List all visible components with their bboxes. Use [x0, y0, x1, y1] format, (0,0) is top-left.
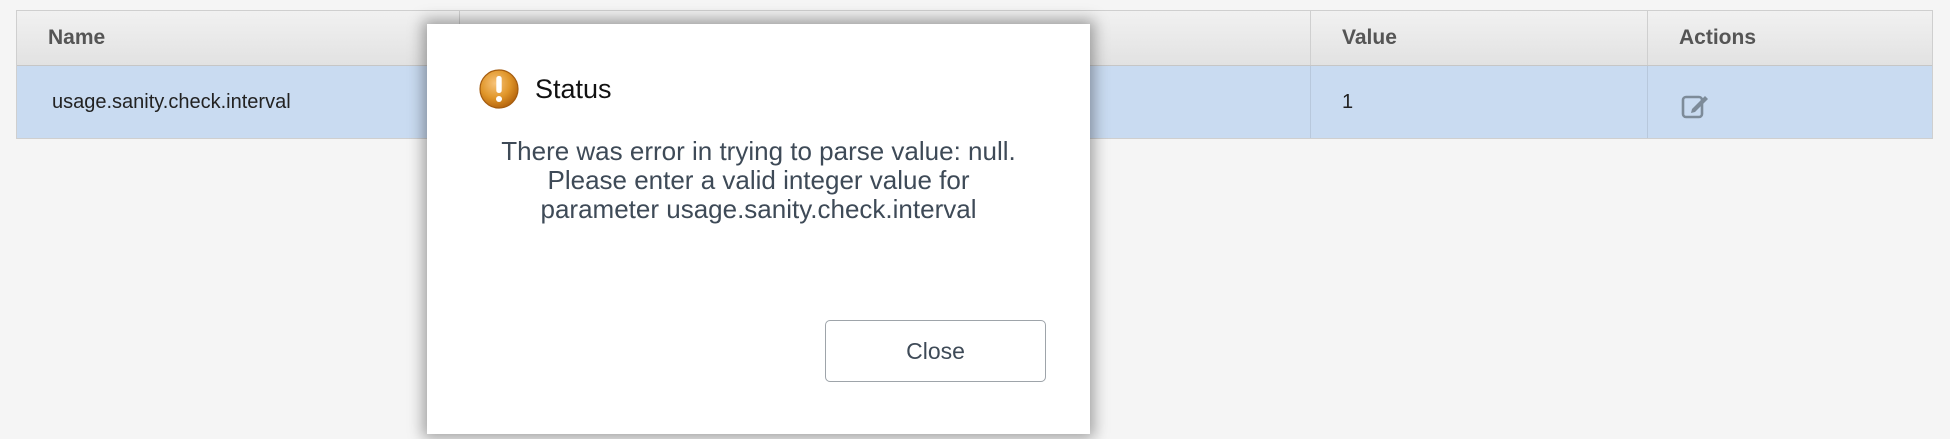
status-dialog: Status There was error in trying to pars…: [427, 24, 1090, 434]
dialog-header: Status: [477, 67, 612, 111]
message-line: parameter usage.sanity.check.interval: [540, 194, 977, 224]
cell-actions: [1648, 66, 1932, 138]
column-header-value[interactable]: Value: [1311, 11, 1648, 65]
warning-icon: [479, 69, 519, 109]
edit-icon[interactable]: [1680, 91, 1710, 121]
cell-value: 1: [1311, 66, 1648, 138]
column-header-name[interactable]: Name: [17, 11, 460, 65]
page: Name Value Actions usage.sanity.check.in…: [0, 0, 1950, 439]
close-button[interactable]: Close: [825, 320, 1046, 382]
message-line: There was error in trying to parse value…: [501, 136, 1016, 166]
dialog-message: There was error in trying to parse value…: [447, 137, 1070, 224]
cell-name: usage.sanity.check.interval: [17, 66, 460, 138]
column-header-actions: Actions: [1679, 26, 1757, 49]
message-line: Please enter a valid integer value for: [547, 165, 970, 195]
dialog-title: Status: [535, 73, 612, 104]
